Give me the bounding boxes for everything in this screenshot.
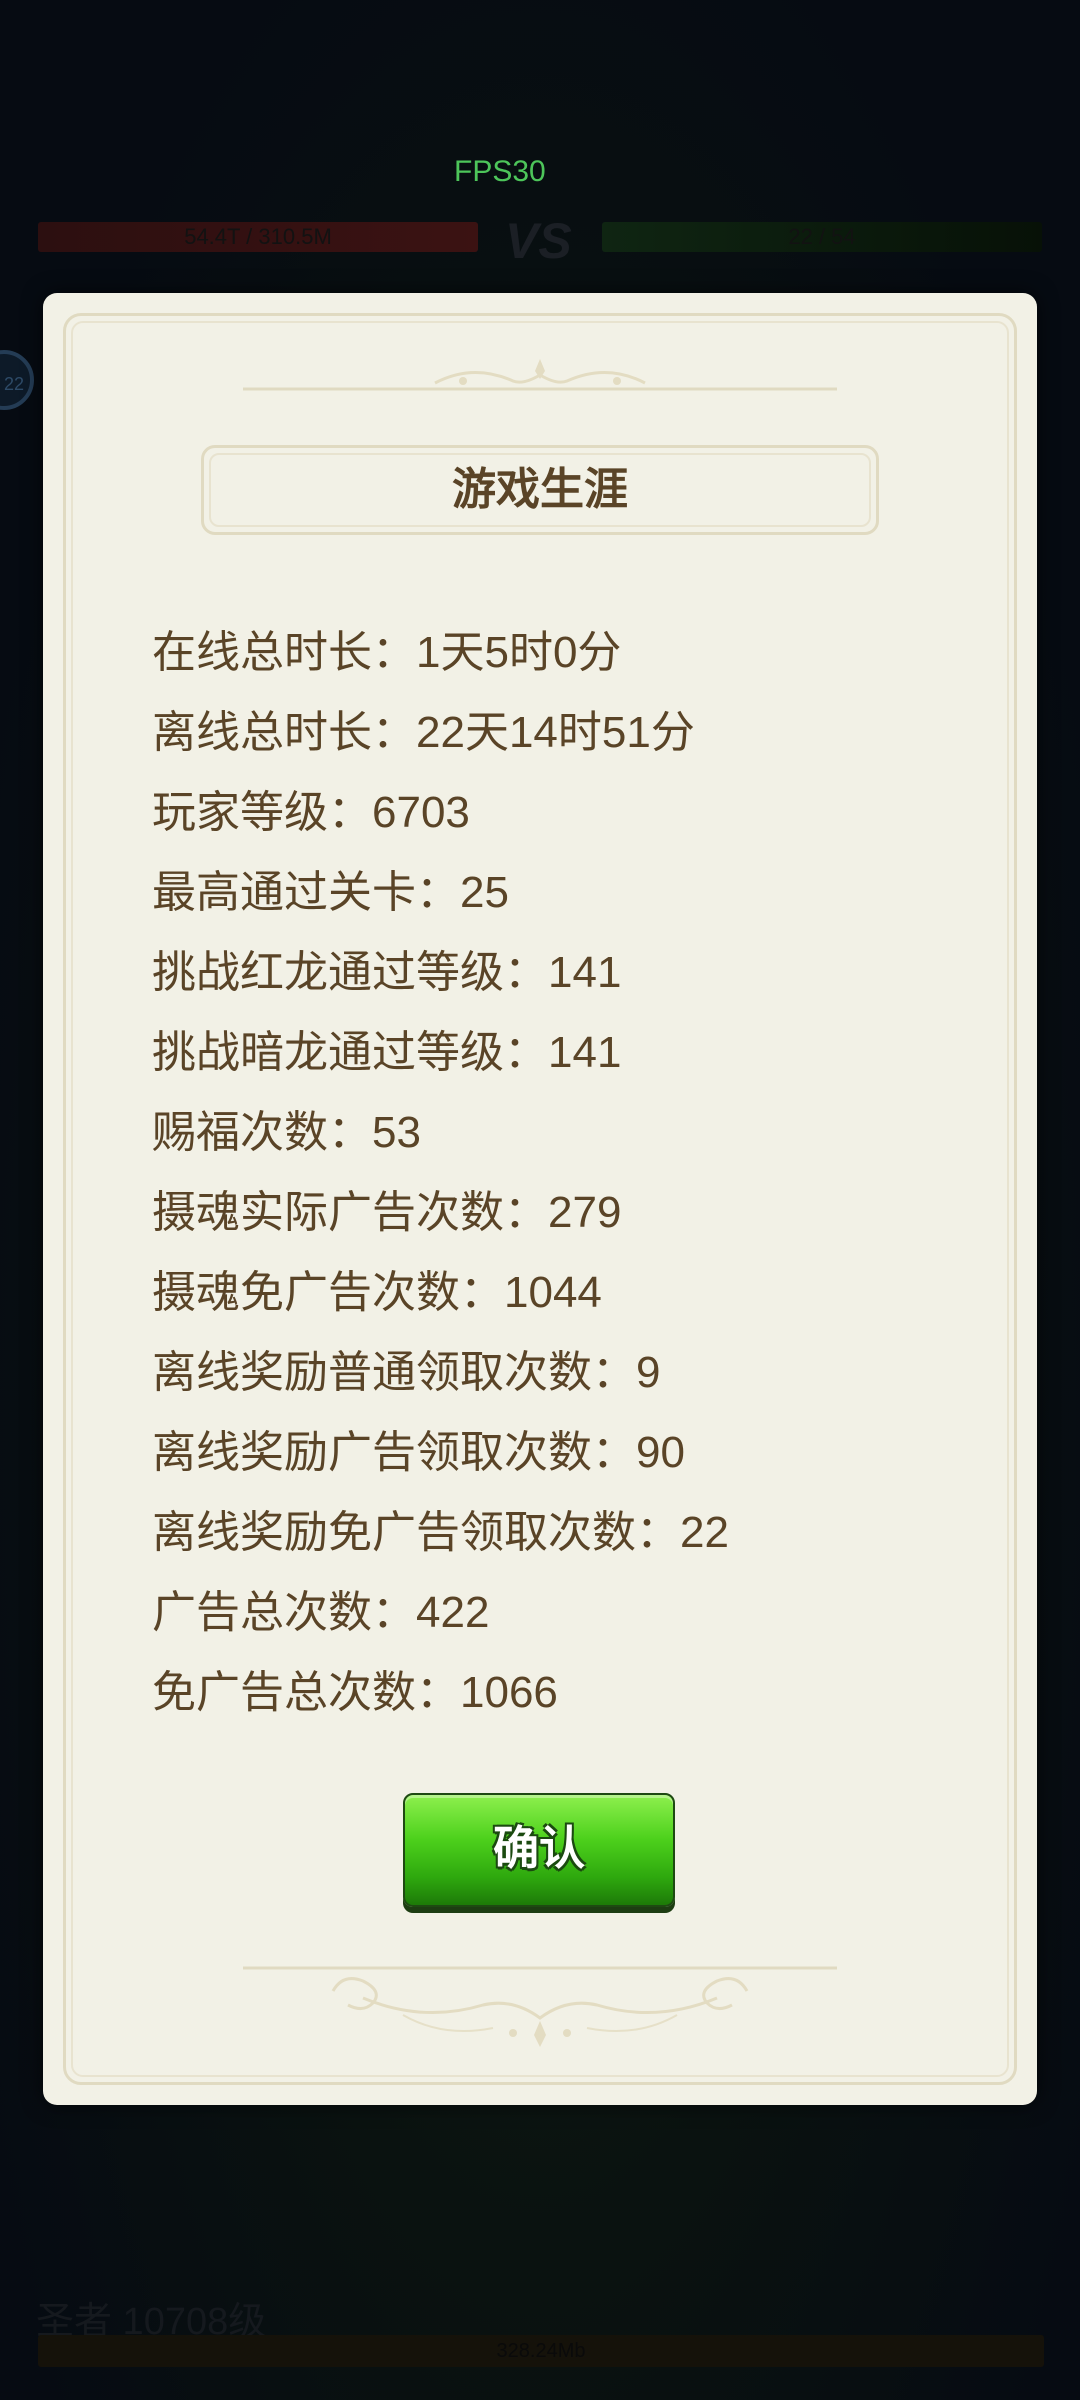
stat-offline-time: 离线总时长：22天14时51分 — [152, 708, 695, 757]
dialog-title: 游戏生涯 — [452, 465, 628, 514]
stat-blessing-count: 赐福次数：53 — [152, 1108, 421, 1157]
stat-total-free-ads: 免广告总次数：1066 — [152, 1668, 558, 1717]
player-hp-bar: 54.4T / 310.5M — [38, 222, 478, 252]
bottom-ornament-icon — [243, 1966, 837, 2047]
level-badge: 22 — [0, 350, 34, 410]
stat-online-time: 在线总时长：1天5时0分 — [152, 628, 622, 677]
stat-dark-dragon-level: 挑战暗龙通过等级：141 — [152, 1028, 622, 1077]
career-stats-dialog: 游戏生涯 在线总时长：1天5时0分 离线总时长：22天14时51分 玩家等级：6… — [43, 293, 1037, 2105]
stat-soul-ad-count: 摄魂实际广告次数：279 — [152, 1188, 622, 1237]
stat-total-ads: 广告总次数：422 — [152, 1588, 490, 1637]
confirm-button[interactable]: 确认 — [403, 1793, 675, 1907]
confirm-button-label: 确认 — [493, 1822, 585, 1874]
stat-soul-free-ad-count: 摄魂免广告次数：1044 — [152, 1268, 602, 1317]
stat-offline-ad-claims: 离线奖励广告领取次数：90 — [152, 1428, 685, 1477]
bottom-progress-text: 328.24Mb — [496, 2340, 586, 2362]
title-frame: 游戏生涯 — [201, 445, 879, 535]
vs-label: VS — [505, 213, 572, 269]
stats-list: 在线总时长：1天5时0分 离线总时长：22天14时51分 玩家等级：6703 最… — [152, 613, 729, 1733]
stat-red-dragon-level: 挑战红龙通过等级：141 — [152, 948, 622, 997]
stat-highest-stage: 最高通过关卡：25 — [152, 868, 509, 917]
stat-player-level: 玩家等级：6703 — [152, 788, 470, 837]
bottom-progress-bar: 328.24Mb — [38, 2335, 1044, 2367]
fps-counter: FPS30 — [454, 155, 546, 188]
enemy-hp-text: 22 / 54 — [788, 224, 856, 249]
stat-offline-normal-claims: 离线奖励普通领取次数：9 — [152, 1348, 661, 1397]
top-ornament-icon — [243, 359, 837, 391]
stat-offline-free-ad-claims: 离线奖励免广告领取次数：22 — [152, 1508, 729, 1557]
player-hp-text: 54.4T / 310.5M — [184, 224, 332, 249]
enemy-hp-bar: 22 / 54 — [602, 222, 1042, 252]
